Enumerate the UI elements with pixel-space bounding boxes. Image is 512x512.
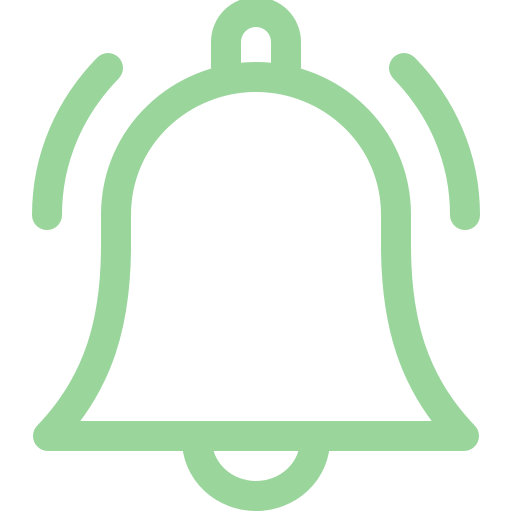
bell-hanger-loop	[211, 0, 301, 82]
icon-canvas	[0, 0, 512, 512]
ring-wave-right	[389, 53, 480, 230]
bell-ringing-icon	[32, 0, 480, 511]
bell-body	[33, 62, 479, 451]
ring-wave-left	[32, 53, 123, 230]
